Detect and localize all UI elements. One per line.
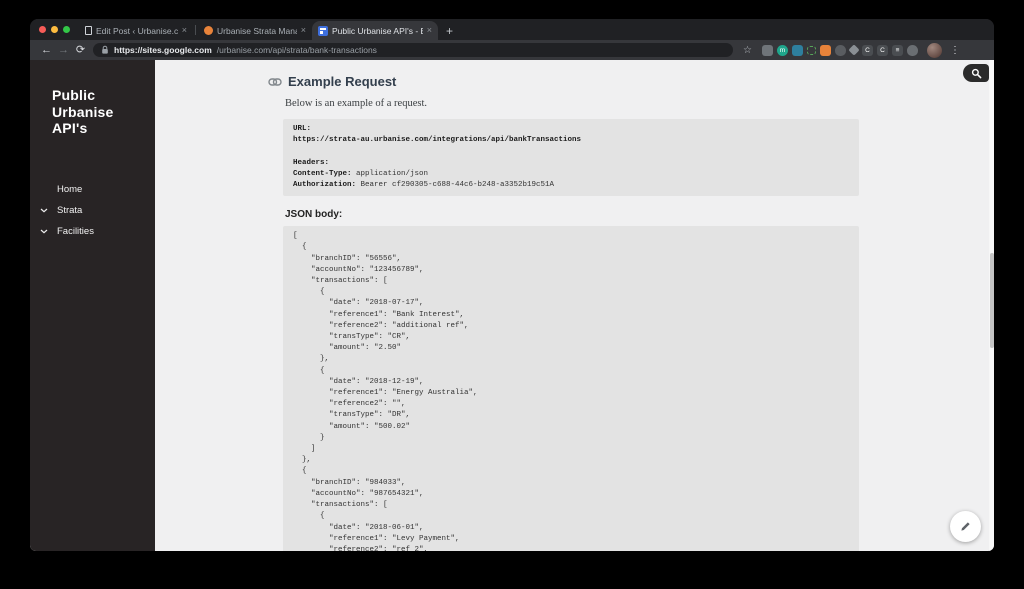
sidebar-item-home[interactable]: Home	[30, 179, 155, 200]
site-search-button[interactable]	[963, 64, 989, 82]
fullscreen-window-button[interactable]	[63, 26, 70, 33]
sidebar-item-label: Home	[57, 183, 83, 195]
chevron-down-icon[interactable]	[40, 229, 48, 234]
json-code-block: [ { "branchID": "56556", "accountNo": "1…	[283, 226, 859, 551]
close-tab-icon[interactable]: ×	[427, 26, 432, 35]
extension-icon-cloud[interactable]	[834, 44, 846, 56]
new-tab-button[interactable]: +	[446, 25, 453, 37]
json-body-label: JSON body:	[285, 209, 343, 221]
url-domain: https://sites.google.com	[114, 45, 212, 55]
extension-icon-face[interactable]	[819, 44, 831, 56]
address-bar[interactable]: https://sites.google.com/urbanise.com/ap…	[93, 43, 733, 57]
extension-icon-selection[interactable]	[806, 45, 816, 55]
tab-bar: Edit Post ‹ Urbanise.com — W × Urbanise …	[30, 19, 994, 40]
reload-button[interactable]: ⟳	[72, 44, 89, 56]
tab-urbanise-strata[interactable]: Urbanise Strata Management ×	[198, 21, 312, 40]
close-tab-icon[interactable]: ×	[182, 26, 187, 35]
tab-divider	[195, 24, 196, 35]
section-heading: Example Request	[288, 74, 397, 89]
urbanise-favicon-icon	[204, 26, 213, 35]
link-icon[interactable]	[268, 77, 282, 87]
intro-text: Below is an example of a request.	[285, 98, 427, 109]
sidebar-item-label: Facilities	[57, 225, 94, 237]
extension-icon-c2[interactable]: C	[876, 44, 888, 56]
sidebar-item-label: Strata	[57, 204, 83, 216]
sidebar-item-strata[interactable]: Strata	[30, 200, 155, 221]
content-type-line: Content-Type: application/json	[293, 169, 429, 178]
extension-icon-1[interactable]	[761, 44, 773, 56]
page-content: Public Urbanise API's Home Strata Facili…	[30, 60, 994, 551]
edit-page-button[interactable]	[950, 511, 981, 542]
minimize-window-button[interactable]	[51, 26, 58, 33]
tab-title: Edit Post ‹ Urbanise.com — W	[96, 25, 178, 36]
headers-label: Headers:	[293, 158, 330, 167]
extension-icon-list[interactable]: ≡	[891, 44, 903, 56]
authorization-line: Authorization: Bearer cf290305-c688-44c6…	[293, 181, 555, 190]
profile-avatar[interactable]	[926, 42, 942, 58]
site-title: Public Urbanise API's	[52, 87, 114, 136]
chevron-down-icon[interactable]	[40, 208, 48, 213]
extensions-row: m C C ≡	[758, 44, 918, 56]
request-code-block: URL: https://strata-au.urbanise.com/inte…	[283, 119, 859, 197]
tab-title: Urbanise Strata Management	[217, 25, 297, 36]
site-sidebar: Public Urbanise API's Home Strata Facili…	[30, 60, 155, 551]
forward-button[interactable]: →	[55, 44, 72, 56]
tab-title: Public Urbanise API's - Bank T	[332, 25, 423, 36]
close-tab-icon[interactable]: ×	[301, 26, 306, 35]
endpoint: bankTransactions	[509, 136, 582, 145]
extension-icon-camera[interactable]	[791, 44, 803, 56]
browser-menu-icon[interactable]: ⋮	[950, 45, 960, 56]
google-sites-favicon-icon	[318, 25, 328, 36]
tab-public-urbanise-apis[interactable]: Public Urbanise API's - Bank T ×	[312, 21, 438, 40]
close-window-button[interactable]	[39, 26, 46, 33]
page-scrollbar[interactable]	[989, 60, 994, 551]
tab-edit-post[interactable]: Edit Post ‹ Urbanise.com — W ×	[79, 21, 193, 40]
browser-toolbar: ← → ⟳ https://sites.google.com/urbanise.…	[30, 40, 994, 60]
main-content: Example Request Below is an example of a…	[155, 60, 994, 551]
request-url-line: https://strata-au.urbanise.com/integrati…	[293, 136, 582, 145]
extension-icon-cloud2[interactable]	[906, 44, 918, 56]
search-icon	[971, 68, 982, 79]
site-nav: Home Strata Facilities	[30, 179, 155, 242]
extension-icon-m[interactable]: m	[776, 44, 788, 56]
document-icon	[85, 26, 92, 35]
window-controls	[30, 19, 79, 40]
url-path: /urbanise.com/api/strata/bank-transactio…	[216, 45, 377, 55]
scrollbar-thumb[interactable]	[989, 253, 994, 348]
extension-icon-tag[interactable]	[848, 44, 860, 56]
padlock-icon	[101, 45, 109, 55]
pencil-icon	[959, 520, 972, 533]
sidebar-item-facilities[interactable]: Facilities	[30, 221, 155, 242]
browser-window: Edit Post ‹ Urbanise.com — W × Urbanise …	[30, 19, 994, 551]
back-button[interactable]: ←	[38, 44, 55, 56]
url-label: URL:	[293, 125, 312, 133]
bookmark-star-icon[interactable]: ☆	[743, 45, 752, 56]
section-heading-row: Example Request	[268, 74, 859, 89]
article: Example Request Below is an example of a…	[268, 60, 859, 551]
extension-icon-c1[interactable]: C	[861, 44, 873, 56]
